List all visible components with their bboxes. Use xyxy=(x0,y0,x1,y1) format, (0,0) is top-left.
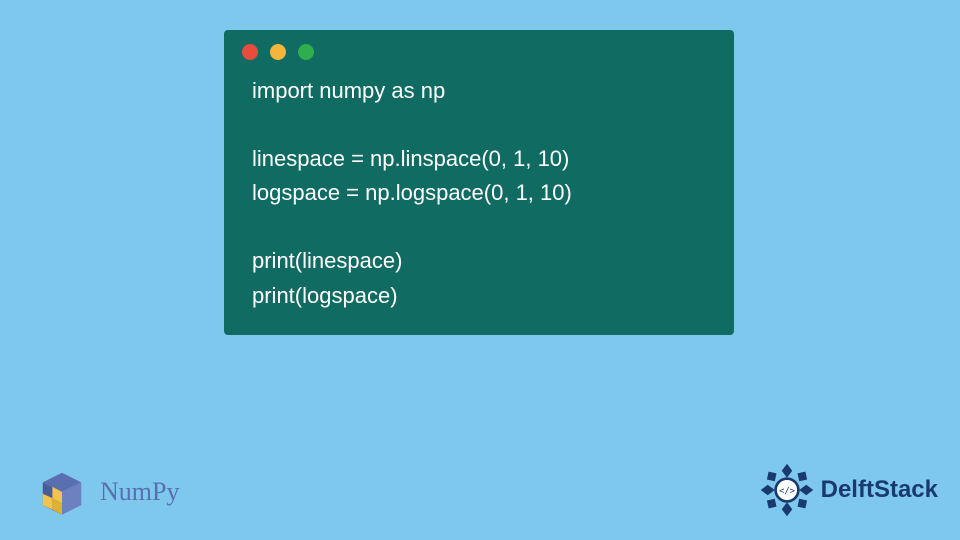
code-block: import numpy as np linespace = np.linspa… xyxy=(224,68,734,313)
delftstack-logo-icon: </> xyxy=(759,462,815,518)
delftstack-label: DelftStack xyxy=(821,476,938,504)
numpy-label: NumPy xyxy=(100,477,179,507)
numpy-logo-icon xyxy=(34,464,90,520)
code-line: linespace = np.linspace(0, 1, 10) xyxy=(252,146,569,171)
window-minimize-icon xyxy=(270,44,286,60)
code-line: import numpy as np xyxy=(252,78,445,103)
code-line: print(linespace) xyxy=(252,248,402,273)
window-titlebar xyxy=(224,30,734,68)
code-line: logspace = np.logspace(0, 1, 10) xyxy=(252,180,572,205)
window-maximize-icon xyxy=(298,44,314,60)
code-line: print(logspace) xyxy=(252,283,398,308)
svg-text:</>: </> xyxy=(779,487,795,497)
numpy-badge: NumPy xyxy=(34,464,179,520)
window-close-icon xyxy=(242,44,258,60)
code-window: import numpy as np linespace = np.linspa… xyxy=(224,30,734,335)
delftstack-badge: </> DelftStack xyxy=(759,462,938,518)
